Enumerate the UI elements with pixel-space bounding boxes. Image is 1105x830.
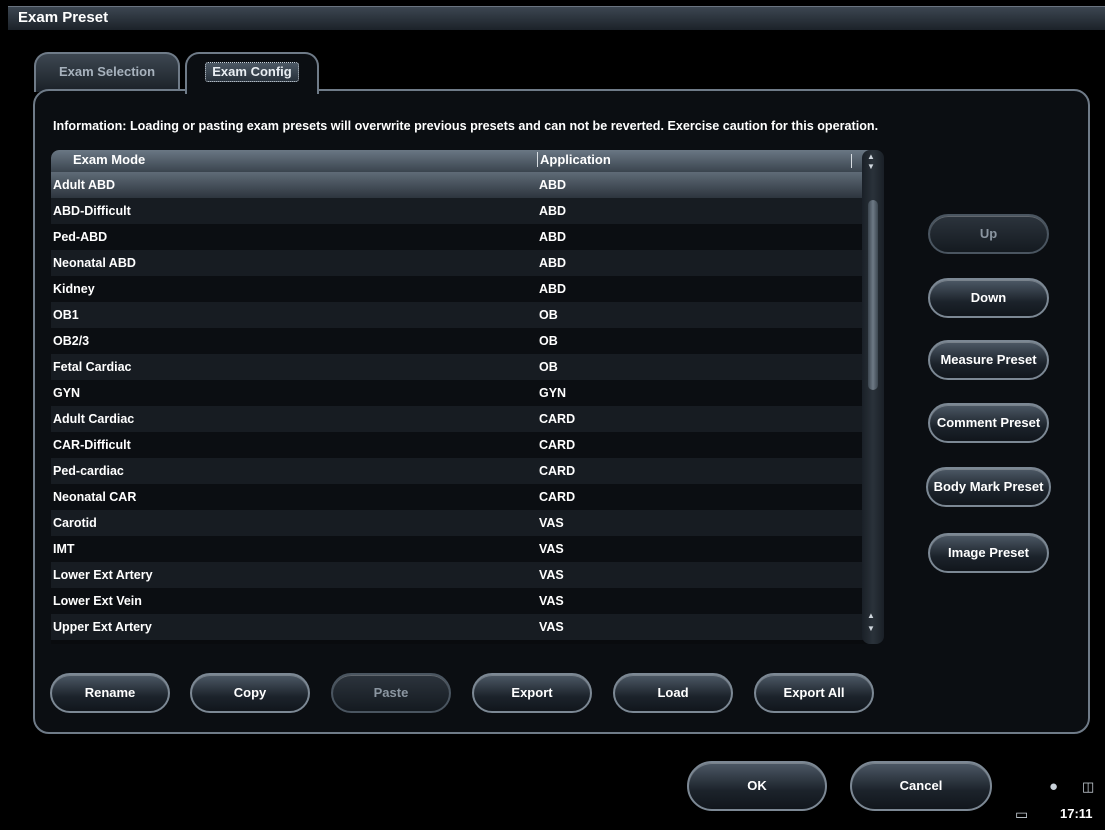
exam-mode-cell: Neonatal ABD <box>53 256 136 270</box>
exam-mode-cell: OB1 <box>53 308 79 322</box>
header-divider <box>851 154 852 168</box>
exam-mode-cell: Upper Ext Artery <box>53 620 152 634</box>
exam-mode-cell: Lower Ext Artery <box>53 568 153 582</box>
application-cell: OB <box>539 308 558 322</box>
table-header: Exam Mode Application <box>51 150 871 172</box>
application-cell: VAS <box>539 620 564 634</box>
copy-button[interactable]: Copy <box>190 673 310 713</box>
application-cell: VAS <box>539 568 564 582</box>
comment-preset-button[interactable]: Comment Preset <box>928 403 1049 443</box>
tab-exam-config-label: Exam Config <box>205 62 299 82</box>
window-title: Exam Preset <box>8 6 1105 30</box>
table-row[interactable]: Lower Ext Vein VAS <box>51 588 871 614</box>
table-row[interactable]: IMT VAS <box>51 536 871 562</box>
table-row[interactable]: Neonatal ABD ABD <box>51 250 871 276</box>
exam-mode-cell: Neonatal CAR <box>53 490 137 504</box>
application-cell: OB <box>539 360 558 374</box>
application-cell: GYN <box>539 386 567 400</box>
user-icon: ● <box>1049 778 1059 795</box>
scroll-thumb[interactable] <box>868 200 878 390</box>
exam-mode-cell: OB2/3 <box>53 334 90 348</box>
exam-mode-cell: CAR-Difficult <box>53 438 131 452</box>
exam-mode-cell: Fetal Cardiac <box>53 360 132 374</box>
ok-button[interactable]: OK <box>687 761 827 811</box>
scroll-down-arrow-icon-top[interactable]: ▼ <box>867 163 875 171</box>
tab-exam-config[interactable]: Exam Config <box>185 52 319 94</box>
export-button[interactable]: Export <box>472 673 592 713</box>
exam-mode-cell: GYN <box>53 386 81 400</box>
tab-exam-selection[interactable]: Exam Selection <box>34 52 180 92</box>
image-preset-button[interactable]: Image Preset <box>928 533 1049 573</box>
table-row[interactable]: GYN GYN <box>51 380 871 406</box>
rename-button[interactable]: Rename <box>50 673 170 713</box>
application-cell: CARD <box>539 490 576 504</box>
trash-icon[interactable]: ◫ <box>1082 779 1094 795</box>
load-button[interactable]: Load <box>613 673 733 713</box>
header-application[interactable]: Application <box>537 152 611 167</box>
monitor-icon: ▭ <box>1015 806 1029 822</box>
application-cell: ABD <box>539 178 567 192</box>
exam-table: Exam Mode Application Adult ABD ABD ABD-Di… <box>51 150 871 644</box>
table-row[interactable]: Ped-ABD ABD <box>51 224 871 250</box>
table-scrollbar[interactable]: ▲ ▼ ▲ ▼ <box>862 150 884 644</box>
exam-mode-cell: Adult Cardiac <box>53 412 135 426</box>
table-row[interactable]: Adult Cardiac CARD <box>51 406 871 432</box>
application-cell: CARD <box>539 412 576 426</box>
cancel-button[interactable]: Cancel <box>850 761 992 811</box>
table-row[interactable]: CAR-Difficult CARD <box>51 432 871 458</box>
exam-mode-cell: ABD-Difficult <box>53 204 131 218</box>
measure-preset-button[interactable]: Measure Preset <box>928 340 1049 380</box>
exam-mode-cell: Carotid <box>53 516 97 530</box>
info-message: Information: Loading or pasting exam pre… <box>53 119 879 133</box>
application-cell: ABD <box>539 282 567 296</box>
table-row[interactable]: Fetal Cardiac OB <box>51 354 871 380</box>
table-body: Adult ABD ABD ABD-Difficult ABD Ped-ABD ABD Ne… <box>51 172 871 640</box>
application-cell: ABD <box>539 256 567 270</box>
table-row[interactable]: Carotid VAS <box>51 510 871 536</box>
application-cell: ABD <box>539 204 567 218</box>
table-row[interactable]: Lower Ext Artery VAS <box>51 562 871 588</box>
exam-mode-cell: Adult ABD <box>53 178 116 192</box>
exam-mode-cell: Lower Ext Vein <box>53 594 142 608</box>
application-cell: ABD <box>539 230 567 244</box>
table-row[interactable]: Neonatal CAR CARD <box>51 484 871 510</box>
header-exam-mode[interactable]: Exam Mode <box>73 152 145 167</box>
export-all-button[interactable]: Export All <box>754 673 874 713</box>
application-cell: CARD <box>539 464 576 478</box>
paste-button[interactable]: Paste <box>331 673 451 713</box>
up-button[interactable]: Up <box>928 214 1049 254</box>
exam-mode-cell: Ped-ABD <box>53 230 108 244</box>
exam-mode-cell: Kidney <box>53 282 95 296</box>
application-cell: VAS <box>539 516 564 530</box>
down-button[interactable]: Down <box>928 278 1049 318</box>
application-cell: OB <box>539 334 558 348</box>
table-row[interactable]: Upper Ext Artery VAS <box>51 614 871 640</box>
scroll-up-arrow-icon-bottom[interactable]: ▲ <box>867 612 875 620</box>
application-cell: CARD <box>539 438 576 452</box>
exam-mode-cell: IMT <box>53 542 75 556</box>
table-row[interactable]: Ped-cardiac CARD <box>51 458 871 484</box>
body-mark-preset-button[interactable]: Body Mark Preset <box>926 467 1051 507</box>
scroll-down-arrow-icon[interactable]: ▼ <box>867 625 875 633</box>
table-row[interactable]: Kidney ABD <box>51 276 871 302</box>
scroll-up-arrow-icon[interactable]: ▲ <box>867 153 875 161</box>
clock: 17:11 <box>1060 806 1093 821</box>
table-row[interactable]: ABD-Difficult ABD <box>51 198 871 224</box>
application-cell: VAS <box>539 542 564 556</box>
table-row[interactable]: Adult ABD ABD <box>51 172 871 198</box>
table-row[interactable]: OB1 OB <box>51 302 871 328</box>
exam-mode-cell: Ped-cardiac <box>53 464 124 478</box>
application-cell: VAS <box>539 594 564 608</box>
table-row[interactable]: OB2/3 OB <box>51 328 871 354</box>
